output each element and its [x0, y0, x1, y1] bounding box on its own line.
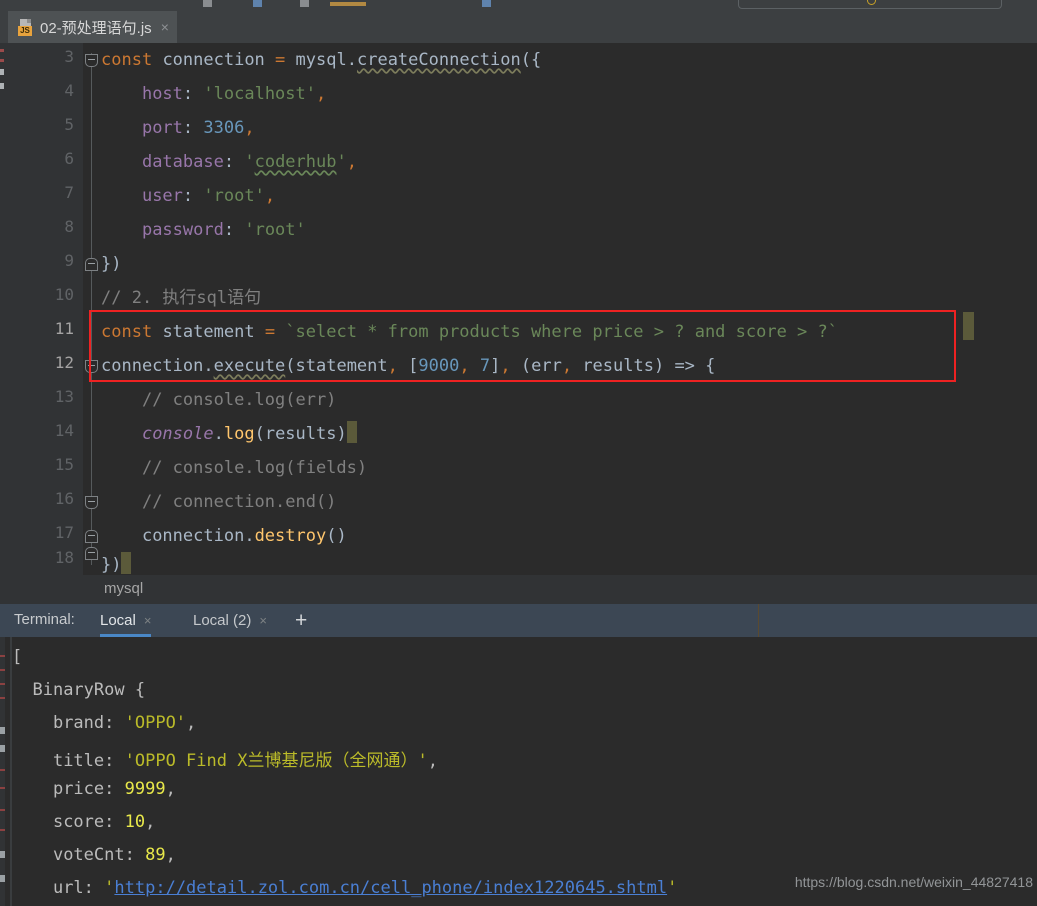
add-terminal-tab-button[interactable]: +	[295, 610, 307, 631]
breadcrumb[interactable]: mysql	[0, 575, 1037, 604]
watermark: https://blog.csdn.net/weixin_44827418	[794, 874, 1033, 890]
terminal-tab-label: Local	[100, 612, 136, 629]
terminal-error-strip[interactable]	[0, 637, 5, 906]
line-caret-marker	[963, 312, 974, 340]
line-number: 16	[54, 489, 74, 508]
fold-guide-line	[91, 53, 92, 565]
editor-fold-column[interactable]	[83, 43, 101, 575]
terminal-tab-label: Local (2)	[193, 612, 252, 629]
terminal-output[interactable]: [ BinaryRow { brand: 'OPPO', title: 'OPP…	[0, 637, 1037, 906]
fold-toggle-icon[interactable]	[85, 258, 98, 271]
js-badge-label: JS	[18, 25, 32, 36]
code-line-10: // 2. 执行sql语句	[101, 288, 262, 308]
code-line-14: console.log(results)	[101, 417, 357, 451]
terminal-header-divider	[758, 604, 759, 637]
code-line-5: port: 3306,	[141, 118, 255, 138]
code-line-16: // connection.end()	[141, 492, 337, 512]
terminal-scrollbar[interactable]	[10, 637, 12, 906]
code-line-15: // console.log(fields)	[141, 458, 368, 478]
code-line-13: // console.log(err)	[141, 390, 337, 410]
terminal-line: score: 10,	[52, 812, 156, 832]
terminal-line: title: 'OPPO Find X兰博基尼版（全网通）',	[52, 751, 438, 771]
fold-toggle-icon[interactable]	[85, 547, 98, 560]
code-line-12: connection.execute(statement, [9000, 7],…	[101, 356, 716, 376]
toolbar-icon-3[interactable]	[300, 0, 309, 7]
line-number: 15	[54, 455, 74, 474]
terminal-line: voteCnt: 89,	[52, 845, 176, 865]
terminal-url-link[interactable]: http://detail.zol.com.cn/cell_phone/inde…	[114, 878, 667, 898]
search-icon	[867, 0, 876, 5]
terminal-title: Terminal:	[14, 611, 75, 628]
code-line-4: host: 'localhost',	[141, 84, 327, 104]
line-number: 6	[64, 149, 74, 168]
code-editor[interactable]: 3 4 5 6 7 8 9 10 11 12 13 14 15 16 17 18	[0, 43, 1037, 575]
line-number: 4	[64, 81, 74, 100]
terminal-tab-local[interactable]: Local ×	[100, 604, 152, 637]
line-number: 9	[64, 251, 74, 270]
code-text-area[interactable]: const connection = mysql.createConnectio…	[101, 43, 1037, 575]
ide-window: JS 02-预处理语句.js × 3 4 5 6 7 8 9 10 11 12 …	[0, 0, 1037, 906]
line-number: 11	[54, 319, 74, 338]
toolbar-icon-2[interactable]	[253, 0, 262, 7]
line-number: 3	[64, 47, 74, 66]
line-number: 5	[64, 115, 74, 134]
terminal-tool-window-header: Terminal: Local × Local (2) × +	[0, 604, 1037, 637]
line-number: 17	[54, 523, 74, 542]
line-number: 18	[54, 548, 74, 567]
terminal-line: [	[12, 647, 23, 667]
line-number: 10	[54, 285, 74, 304]
editor-gutter[interactable]: 3 4 5 6 7 8 9 10 11 12 13 14 15 16 17 18	[4, 43, 83, 575]
terminal-line: BinaryRow {	[32, 680, 146, 700]
close-icon[interactable]: ×	[259, 613, 267, 628]
fold-toggle-icon[interactable]	[85, 360, 98, 373]
line-number: 7	[64, 183, 74, 202]
editor-tab-strip: JS 02-预处理语句.js ×	[0, 11, 1037, 43]
code-line-17: connection.destroy()	[141, 526, 347, 546]
terminal-tab-local-2[interactable]: Local (2) ×	[193, 604, 267, 637]
code-line-18: })	[101, 548, 132, 575]
fold-toggle-icon[interactable]	[85, 54, 98, 67]
run-config-selector[interactable]	[330, 2, 366, 6]
code-line-8: password: 'root'	[141, 220, 306, 240]
line-number: 13	[54, 387, 74, 406]
line-number: 12	[54, 353, 74, 372]
code-line-9: })	[101, 254, 122, 274]
toolbar-icon-1[interactable]	[203, 0, 212, 7]
terminal-line: brand: 'OPPO',	[52, 713, 197, 733]
editor-tab-label: 02-预处理语句.js	[40, 19, 152, 37]
toolbar-icon-4[interactable]	[482, 0, 491, 7]
close-icon[interactable]: ×	[144, 613, 152, 628]
fold-toggle-icon[interactable]	[85, 496, 98, 509]
js-file-icon: JS	[18, 18, 33, 36]
code-line-3: const connection = mysql.createConnectio…	[101, 50, 542, 70]
line-number: 14	[54, 421, 74, 440]
terminal-line: url: 'http://detail.zol.com.cn/cell_phon…	[52, 878, 678, 898]
line-number: 8	[64, 217, 74, 236]
code-line-7: user: 'root',	[141, 186, 276, 206]
breadcrumb-label: mysql	[104, 580, 144, 597]
editor-tab-02-preprocess[interactable]: JS 02-预处理语句.js ×	[8, 11, 177, 43]
terminal-line: price: 9999,	[52, 779, 176, 799]
close-icon[interactable]: ×	[161, 20, 169, 34]
search-everywhere-field[interactable]	[738, 0, 1002, 9]
fold-toggle-icon[interactable]	[85, 530, 98, 543]
code-line-11: const statement = `select * from product…	[101, 322, 838, 342]
code-line-6: database: 'coderhub',	[141, 152, 357, 172]
main-toolbar	[0, 0, 1037, 11]
